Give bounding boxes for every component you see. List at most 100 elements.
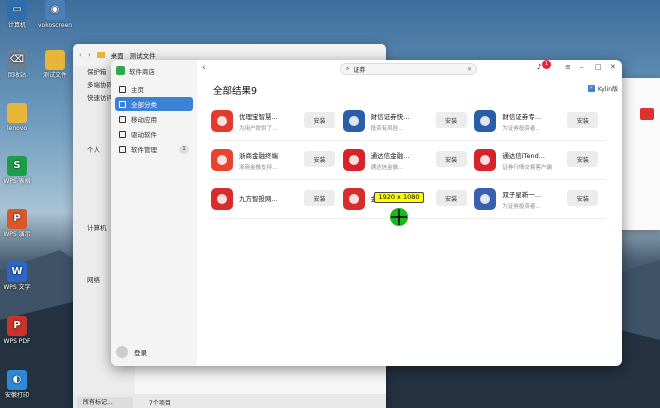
notification-icon[interactable]: ♪ 1 [537, 60, 551, 71]
app-name: 通达信iTend... [502, 151, 545, 160]
desktop-icon-trash[interactable]: ⌫ 回收站 [0, 50, 34, 80]
install-button[interactable]: 安装 [567, 151, 599, 167]
app-card[interactable]: 财信证券专... 为证券投资者... 安装 [474, 104, 606, 138]
search-icon: ⌕ [346, 65, 350, 72]
desktop-icon-label: WPS PDF [3, 338, 31, 345]
resolution-tag: 1920 x 1080 [374, 192, 424, 203]
install-button[interactable]: 安装 [435, 190, 467, 206]
app-icon [211, 149, 233, 171]
desktop-icon-label: vokoscreen [38, 22, 73, 29]
install-button[interactable]: 安装 [567, 190, 599, 206]
clear-search-icon[interactable]: ✕ [467, 66, 472, 73]
folder-icon [7, 103, 27, 123]
desktop-icon-label: WPS 演示 [3, 231, 31, 238]
app-text: 财信证券快... 投资有风险... [371, 111, 421, 132]
app-name: 双子星新一... [502, 190, 542, 199]
desktop-icon-wps-pdf[interactable]: P WPS PDF [0, 316, 34, 346]
taskbar-item[interactable]: 所有标记... [77, 397, 133, 408]
nav-item[interactable]: 移动应用 [115, 112, 193, 126]
store-sidebar: 软件商店 主页 全部分类 移动应用 驱动软件 软件管理 1 登录 [111, 60, 197, 366]
app-text: 通达信金融... 通达信金融... [371, 150, 421, 171]
login-button[interactable]: 登录 [116, 346, 147, 358]
desktop-icon-computer[interactable]: ▭ 计算机 [0, 0, 34, 30]
app-name: 九方智投网... [239, 194, 278, 203]
breadcrumb-item[interactable]: 桌面 [111, 50, 124, 60]
desktop-icon-wps-presentation[interactable]: P WPS 演示 [0, 209, 34, 239]
vokoscreen-icon: ◉ [45, 0, 65, 20]
kylin-filter-checkbox[interactable]: ✓ Kylin版 [587, 84, 618, 93]
desktop-icon-wps-writer[interactable]: W WPS 文字 [0, 262, 34, 292]
desktop-icon-wps-sheet[interactable]: S WPS 表格 [0, 156, 34, 186]
app-card[interactable]: 通达信金融... 通达信金融... 安装 [342, 143, 475, 177]
install-button[interactable]: 安装 [304, 190, 335, 206]
app-description: 为证券投资者... [502, 203, 541, 210]
nav-item[interactable]: 软件管理 1 [115, 142, 193, 156]
app-text: 九方智投网... [239, 193, 289, 206]
app-description: 证券行情交易客户端 [502, 164, 552, 171]
desktop-icon-label: 回收站 [7, 72, 26, 79]
login-label: 登录 [134, 349, 147, 357]
nav-icon [119, 100, 126, 108]
search-value: 证券 [353, 66, 366, 74]
app-text: 优理宝智慧... 为用户提供了... [239, 111, 289, 132]
nav-icon [119, 115, 126, 123]
app-card[interactable]: 浙商金融终端 浙商金融支持... 安装 [211, 143, 343, 177]
desktop-icon-label: 安徽打印 [4, 392, 29, 399]
nav-label: 软件管理 [131, 146, 157, 154]
minimize-icon[interactable]: – [580, 63, 584, 71]
results-grid: 优理宝智慧... 为用户提供了... 安装 财信证券快... 投资有风险... 安装 财信证… [211, 104, 606, 221]
desktop-icon-label: lenovo [6, 125, 28, 132]
install-button[interactable]: 安装 [567, 112, 599, 128]
app-text: 通达信iTend... 证券行情交易客户端 [502, 150, 552, 171]
back-arrow-icon[interactable]: ‹ [79, 51, 82, 59]
maximize-icon[interactable]: □ [595, 63, 602, 71]
checkbox-checked-icon: ✓ [587, 85, 595, 92]
install-button[interactable]: 安装 [304, 112, 335, 128]
nav-label: 驱动软件 [131, 131, 157, 139]
row-divider [211, 179, 606, 180]
app-icon [211, 110, 233, 132]
app-description: 通达信金融... [370, 164, 404, 171]
app-icon [342, 110, 365, 132]
app-logo-mark [217, 155, 227, 165]
app-description: 为证券投资者... [502, 125, 541, 132]
wps-spreadsheet-icon: S [7, 156, 27, 176]
desktop-icon-label: WPS 文字 [3, 284, 31, 291]
app-logo-mark [217, 194, 227, 204]
app-text: 双子星新一... 为证券投资者... [502, 189, 552, 210]
desktop-icon-lenovo[interactable]: lenovo [0, 103, 34, 133]
nav-item[interactable]: 全部分类 [115, 97, 193, 111]
install-button[interactable]: 安装 [304, 151, 335, 167]
app-name: 财信证券快... [370, 112, 410, 121]
app-icon [474, 149, 497, 171]
desktop-icon-test-folder[interactable]: 测试文件 [38, 50, 72, 80]
app-card[interactable]: 双子星新一... 为证券投资者... 安装 [474, 182, 606, 216]
app-card[interactable]: 通达信iTend... 证券行情交易客户端 安装 [474, 143, 606, 177]
app-description: 投资有风险... [370, 125, 404, 132]
install-button[interactable]: 安装 [435, 112, 467, 128]
desktop-icon-vokoscreen[interactable]: ◉ vokoscreen [38, 0, 72, 30]
install-button[interactable]: 安装 [435, 151, 467, 167]
wps-writer-icon: W [7, 262, 27, 282]
forward-arrow-icon[interactable]: › [88, 51, 91, 59]
close-icon[interactable]: ✕ [610, 63, 616, 71]
app-card[interactable]: 九方智投网... 安装 [211, 182, 343, 216]
search-input[interactable]: ⌕ 证券 ✕ [340, 63, 477, 75]
software-store-window[interactable]: 软件商店 主页 全部分类 移动应用 驱动软件 软件管理 1 登录 ‹ ⌕ 证券 ✕ ♪ 1 … [111, 60, 622, 366]
breadcrumb-item[interactable]: 测试文件 [130, 50, 156, 60]
results-title: 全部结果9 [213, 86, 258, 97]
nav-item[interactable]: 驱动软件 [115, 127, 193, 141]
app-logo-mark [348, 155, 359, 165]
row-divider [211, 218, 606, 219]
app-text: 浙商金融终端 浙商金融支持... [239, 150, 289, 171]
desktop-icon-print[interactable]: ◐ 安徽打印 [0, 370, 34, 400]
menu-icon[interactable]: ≡ [565, 63, 571, 71]
notification-badge: 1 [542, 60, 551, 69]
app-card[interactable]: 优理宝智慧... 为用户提供了... 安装 [211, 104, 343, 138]
avatar-icon [116, 346, 128, 358]
app-card[interactable]: 财信证券快... 投资有风险... 安装 [342, 104, 475, 138]
wps-presentation-icon: P [7, 209, 27, 229]
nav-item[interactable]: 主页 [115, 82, 193, 96]
back-icon[interactable]: ‹ [202, 63, 206, 73]
desktop-icon-label: 测试文件 [42, 72, 67, 79]
